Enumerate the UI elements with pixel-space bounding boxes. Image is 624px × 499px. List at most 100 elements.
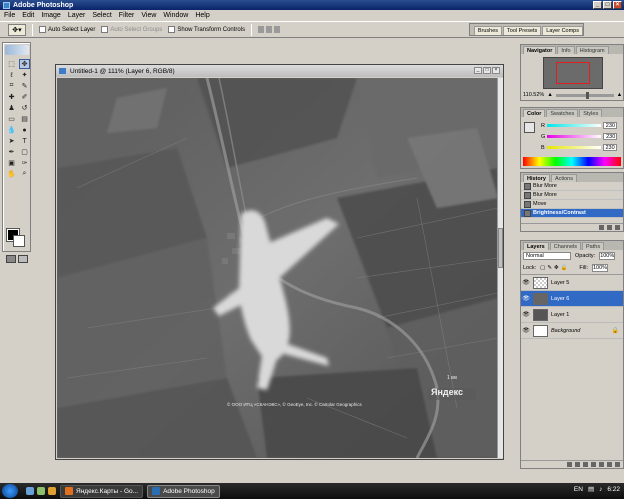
menu-file[interactable]: File — [4, 12, 15, 19]
channel-r-slider[interactable] — [546, 124, 601, 127]
eye-icon[interactable]: 👁 — [521, 279, 531, 286]
tab-layers[interactable]: Layers — [523, 242, 549, 250]
lock-icons[interactable]: ▢✎✥🔒 — [540, 265, 569, 271]
trash-icon[interactable] — [615, 225, 620, 230]
maximize-button[interactable]: □ — [603, 1, 612, 9]
eyedropper-icon[interactable]: ✑ — [19, 158, 30, 168]
color-panel-swatches[interactable] — [524, 122, 540, 138]
layer-row[interactable]: 👁 Layer 5 — [521, 275, 623, 291]
document-title-bar[interactable]: Untitled-1 @ 111% (Layer 6, RGB/8) _ □ × — [56, 65, 503, 77]
taskbar-item-photoshop[interactable]: Adobe Photoshop — [147, 484, 220, 498]
opacity-input[interactable]: 100% — [599, 252, 616, 260]
channel-r-input[interactable]: 230 — [602, 122, 617, 129]
color-fg-swatch[interactable] — [524, 122, 535, 133]
quick-mask-icon[interactable] — [18, 255, 28, 263]
vertical-scrollbar[interactable] — [497, 78, 503, 458]
tab-channels[interactable]: Channels — [549, 242, 581, 250]
layer-row-active[interactable]: 👁 Layer 6 — [521, 291, 623, 307]
standard-mode-icon[interactable] — [6, 255, 16, 263]
tab-history[interactable]: History — [523, 174, 550, 182]
volume-icon[interactable]: ♪ — [599, 486, 602, 493]
zoom-value[interactable]: 110.52% — [523, 92, 544, 98]
magic-wand-icon[interactable]: ✦ — [19, 70, 30, 80]
layer-row[interactable]: 👁 Background 🔒 — [521, 323, 623, 339]
menu-view[interactable]: View — [141, 12, 156, 19]
close-button[interactable]: × — [613, 1, 622, 9]
eye-icon[interactable]: 👁 — [521, 311, 531, 318]
show-transform-controls-checkbox[interactable] — [168, 26, 176, 33]
align-icon[interactable] — [258, 26, 265, 33]
type-tool-icon[interactable]: T — [19, 136, 30, 146]
lasso-tool-icon[interactable]: ℓ — [6, 70, 17, 80]
color-swatches[interactable] — [6, 228, 27, 249]
color-spectrum-bar[interactable] — [523, 157, 621, 166]
desktop-icon[interactable] — [26, 487, 34, 495]
history-item-active[interactable]: Brightness/Contrast — [521, 209, 623, 218]
tab-histogram[interactable]: Histogram — [575, 46, 609, 54]
new-document-icon[interactable] — [599, 225, 604, 230]
auto-select-layer-checkbox[interactable] — [39, 26, 46, 33]
menu-select[interactable]: Select — [92, 12, 111, 19]
adjustment-layer-icon[interactable] — [591, 462, 596, 467]
doc-maximize-button[interactable]: □ — [483, 67, 491, 74]
scrollbar-thumb[interactable] — [498, 228, 503, 268]
menu-filter[interactable]: Filter — [119, 12, 135, 19]
palette-tab-brushes[interactable]: Brushes — [473, 26, 503, 35]
trash-icon[interactable] — [615, 462, 620, 467]
pen-tool-icon[interactable]: ✒ — [6, 147, 17, 157]
palette-tab-tool-presets[interactable]: Tool Presets — [503, 26, 542, 35]
new-group-icon[interactable] — [599, 462, 604, 467]
new-layer-icon[interactable] — [607, 462, 612, 467]
minimize-button[interactable]: _ — [593, 1, 602, 9]
clone-stamp-icon[interactable]: ♟ — [6, 103, 17, 113]
history-item[interactable]: Blur More — [521, 182, 623, 191]
taskbar-item-browser[interactable]: Яндекс.Карты - Go... — [60, 484, 144, 498]
healing-brush-icon[interactable]: ✚ — [6, 92, 17, 102]
align-icon[interactable] — [266, 26, 273, 33]
brush-tool-icon[interactable]: ✐ — [19, 92, 30, 102]
layer-style-icon[interactable] — [575, 462, 580, 467]
tab-actions[interactable]: Actions — [550, 174, 577, 182]
gradient-tool-icon[interactable]: ▤ — [19, 114, 30, 124]
language-indicator[interactable]: EN — [574, 486, 583, 493]
channel-g-input[interactable]: 230 — [603, 133, 618, 140]
canvas[interactable]: 1 км Яндекс © ООО ИТЦ «СКАНЭКС», © GeoEy… — [57, 78, 498, 458]
menu-window[interactable]: Window — [163, 12, 188, 19]
move-tool-icon[interactable]: ✥ — [19, 59, 30, 69]
marquee-tool-icon[interactable]: ⬚ — [6, 59, 17, 69]
crop-tool-icon[interactable]: ⌗ — [6, 81, 17, 91]
history-brush-icon[interactable]: ↺ — [19, 103, 30, 113]
tool-preset-picker[interactable]: ✥▾ — [8, 23, 26, 36]
link-icon[interactable] — [567, 462, 572, 467]
browser-icon[interactable] — [48, 487, 56, 495]
navigator-view-box[interactable] — [556, 62, 590, 84]
network-icon[interactable]: ▤ — [588, 485, 594, 493]
notes-tool-icon[interactable]: ▣ — [6, 158, 17, 168]
blur-tool-icon[interactable]: 💧 — [6, 125, 17, 135]
hand-tool-icon[interactable]: ✋ — [6, 169, 17, 179]
history-item[interactable]: Move — [521, 200, 623, 209]
doc-close-button[interactable]: × — [492, 67, 500, 74]
navigator-preview[interactable] — [543, 57, 603, 89]
show-transform-controls-option[interactable]: Show Transform Controls — [168, 26, 245, 33]
eraser-tool-icon[interactable]: ▭ — [6, 114, 17, 124]
channel-b-slider[interactable] — [546, 146, 601, 149]
zoom-slider[interactable] — [555, 91, 614, 99]
start-button[interactable] — [2, 484, 18, 498]
channel-g-slider[interactable] — [547, 135, 602, 138]
tab-styles[interactable]: Styles — [579, 109, 603, 117]
adobe-feather-icon[interactable] — [5, 45, 29, 55]
palette-tab-layer-comps[interactable]: Layer Comps — [542, 26, 583, 35]
auto-select-layer-option[interactable]: Auto Select Layer — [39, 26, 95, 33]
align-icon[interactable] — [274, 26, 281, 33]
layer-row[interactable]: 👁 Layer 1 — [521, 307, 623, 323]
new-snapshot-icon[interactable] — [607, 225, 612, 230]
switch-windows-icon[interactable] — [37, 487, 45, 495]
shape-tool-icon[interactable]: ▢ — [19, 147, 30, 157]
slice-tool-icon[interactable]: ✎ — [19, 81, 30, 91]
clock[interactable]: 6:22 — [607, 486, 620, 493]
menu-image[interactable]: Image — [41, 12, 60, 19]
blend-mode-select[interactable]: Normal — [523, 252, 571, 260]
tab-color[interactable]: Color — [523, 109, 546, 117]
auto-select-groups-option[interactable]: Auto Select Groups — [101, 26, 162, 33]
